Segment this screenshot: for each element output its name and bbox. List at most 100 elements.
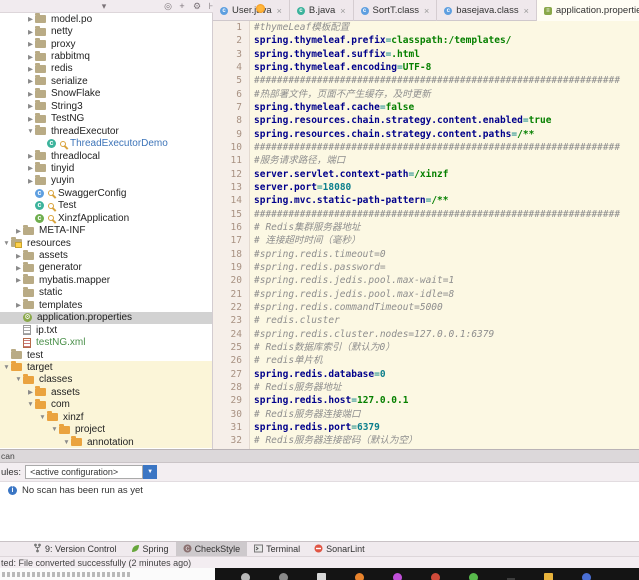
tree-item-serialize[interactable]: ▶ serialize — [0, 75, 212, 87]
tree-item-classes[interactable]: ▼classes — [0, 374, 212, 386]
search-app-icon[interactable] — [241, 573, 250, 580]
rules-configuration-select[interactable]: <active configuration> — [25, 465, 143, 479]
red-app-icon[interactable] — [431, 573, 440, 580]
expand-arrow-icon[interactable]: ▼ — [50, 426, 59, 433]
tree-item-static[interactable]: static — [0, 287, 212, 299]
tree-item-testng-xml[interactable]: testNG.xml — [0, 336, 212, 348]
tree-item-assets[interactable]: ▶assets — [0, 249, 212, 261]
tree-item-test[interactable]: test — [0, 349, 212, 361]
tree-item-snowflake[interactable]: ▶SnowFlake — [0, 88, 212, 100]
expand-arrow-icon[interactable]: ▶ — [26, 77, 35, 85]
tree-item-string3[interactable]: ▶String3 — [0, 100, 212, 112]
editor-tab-basejava-class[interactable]: cbasejava.class× — [437, 0, 537, 21]
expand-arrow-icon[interactable]: ▶ — [26, 164, 35, 172]
tree-item-rabbitmq[interactable]: ▶rabbitmq — [0, 50, 212, 62]
editor-tab-b-java[interactable]: cB.java× — [290, 0, 354, 21]
tree-item-redis[interactable]: ▶redis — [0, 63, 212, 75]
file-type-icon: c — [220, 7, 228, 15]
expand-arrow-icon[interactable]: ▶ — [26, 90, 35, 98]
expand-arrow-icon[interactable]: ▼ — [26, 401, 35, 408]
tree-item-testng[interactable]: ▶TestNG — [0, 113, 212, 125]
tree-item-assets[interactable]: ▶assets — [0, 386, 212, 398]
locate-icon[interactable]: ◎ — [162, 0, 174, 13]
tree-item-xinzfapplication[interactable]: cXinzfApplication — [0, 212, 212, 224]
green-app-icon[interactable] — [469, 573, 478, 580]
tree-item-annotation[interactable]: ▼annotation — [0, 436, 212, 448]
expand-arrow-icon[interactable]: ▶ — [26, 177, 35, 185]
tree-item-threadlocal[interactable]: ▶threadlocal — [0, 150, 212, 162]
tree-item-application-properties[interactable]: ⚙application.properties — [0, 312, 212, 324]
blue-app-icon[interactable] — [582, 573, 591, 580]
expand-arrow-icon[interactable]: ▶ — [26, 28, 35, 36]
editor-tab-sortt-class[interactable]: cSortT.class× — [354, 0, 438, 21]
editor-area[interactable]: 1234567891011121314151617181920212223242… — [213, 21, 639, 449]
tool-window-button-terminal[interactable]: Terminal — [247, 542, 307, 557]
expand-arrow-icon[interactable]: ▶ — [14, 227, 23, 235]
settings-gear-icon[interactable]: ⚙ — [191, 0, 203, 13]
tree-item-resources[interactable]: ▼resources — [0, 237, 212, 249]
expand-arrow-icon[interactable]: ▶ — [26, 102, 35, 110]
editor-tab-user-java[interactable]: cUser.java× — [213, 0, 290, 21]
tree-item-meta-inf[interactable]: ▶META-INF — [0, 224, 212, 236]
close-tab-icon[interactable]: × — [424, 6, 429, 16]
expand-arrow-icon[interactable]: ▶ — [26, 152, 35, 160]
tool-window-button-spring[interactable]: Spring — [124, 542, 176, 557]
tree-item-threadexecutor[interactable]: ▼threadExecutor — [0, 125, 212, 137]
project-tree[interactable]: ▶model.po▶netty▶proxy▶rabbitmq▶redis▶ser… — [0, 13, 213, 449]
tree-item-proxy[interactable]: ▶proxy — [0, 38, 212, 50]
line-number: 23 — [213, 314, 242, 327]
expand-arrow-icon[interactable]: ▶ — [26, 388, 35, 396]
expand-arrow-icon[interactable]: ▶ — [26, 53, 35, 61]
tree-item-ip-txt[interactable]: ip.txt — [0, 324, 212, 336]
editor-line: # redis.cluster — [254, 314, 639, 327]
expand-arrow-icon[interactable]: ▶ — [14, 264, 23, 272]
editor-tab-application-properties[interactable]: ≡application.properties× — [537, 0, 639, 21]
tree-item-templates[interactable]: ▶templates — [0, 299, 212, 311]
tree-item-generator[interactable]: ▶generator — [0, 262, 212, 274]
tree-item-threadexecutordemo[interactable]: cThreadExecutorDemo — [0, 137, 212, 149]
tool-window-button-checkstyle[interactable]: CCheckStyle — [176, 542, 248, 557]
expand-arrow-icon[interactable]: ▼ — [26, 128, 35, 135]
editor-line: ########################################… — [254, 74, 639, 87]
expand-arrow-icon[interactable]: ▼ — [2, 240, 11, 247]
close-tab-icon[interactable]: × — [524, 6, 529, 16]
expand-arrow-icon[interactable]: ▶ — [14, 276, 23, 284]
rules-dropdown-button[interactable]: ▼ — [143, 465, 157, 479]
chevron-down-icon[interactable]: ▾ — [98, 0, 110, 13]
tree-item-netty[interactable]: ▶netty — [0, 25, 212, 37]
expand-arrow-icon[interactable]: ▼ — [14, 376, 23, 383]
tree-item-com[interactable]: ▼com — [0, 399, 212, 411]
expand-arrow-icon[interactable]: ▶ — [26, 15, 35, 23]
browser-app-icon[interactable] — [393, 573, 402, 580]
tool-window-button-sonarlint[interactable]: SonarLint — [307, 542, 372, 557]
expand-arrow-icon[interactable]: ▶ — [26, 115, 35, 123]
expand-arrow-icon[interactable]: ▼ — [2, 364, 11, 371]
expand-arrow-icon[interactable]: ▼ — [62, 439, 71, 446]
tree-item-label: serialize — [51, 76, 88, 87]
expand-arrow-icon[interactable]: ▶ — [14, 252, 23, 260]
folder-icon — [23, 264, 34, 272]
tree-item-yuyin[interactable]: ▶yuyin — [0, 175, 212, 187]
code-content[interactable]: #thymeLeaf模板配置spring.thymeleaf.prefix=cl… — [250, 21, 639, 449]
orange-app-icon[interactable] — [355, 573, 364, 580]
expand-arrow-icon[interactable]: ▶ — [14, 301, 23, 309]
folder-app-icon[interactable] — [544, 573, 553, 580]
close-tab-icon[interactable]: × — [277, 6, 282, 16]
collapse-all-icon[interactable]: + — [176, 0, 188, 13]
expand-arrow-icon[interactable]: ▶ — [26, 40, 35, 48]
window-app-icon[interactable] — [317, 573, 326, 580]
tool-window-button-9-version-control[interactable]: 9: Version Control — [26, 542, 124, 557]
tree-item-tinyid[interactable]: ▶tinyid — [0, 162, 212, 174]
pinned-app-icon[interactable] — [279, 573, 288, 580]
tree-item-swaggerconfig[interactable]: cSwaggerConfig — [0, 187, 212, 199]
tree-item-target[interactable]: ▼target — [0, 361, 212, 373]
tree-item-model-po[interactable]: ▶model.po — [0, 13, 212, 25]
tree-item-mybatis-mapper[interactable]: ▶mybatis.mapper — [0, 274, 212, 286]
expand-arrow-icon[interactable]: ▼ — [38, 414, 47, 421]
terminal-icon — [254, 544, 263, 555]
close-tab-icon[interactable]: × — [340, 6, 345, 16]
expand-arrow-icon[interactable]: ▶ — [26, 65, 35, 73]
tree-item-test[interactable]: cTest — [0, 200, 212, 212]
tree-item-xinzf[interactable]: ▼xinzf — [0, 411, 212, 423]
tree-item-project[interactable]: ▼project — [0, 423, 212, 435]
